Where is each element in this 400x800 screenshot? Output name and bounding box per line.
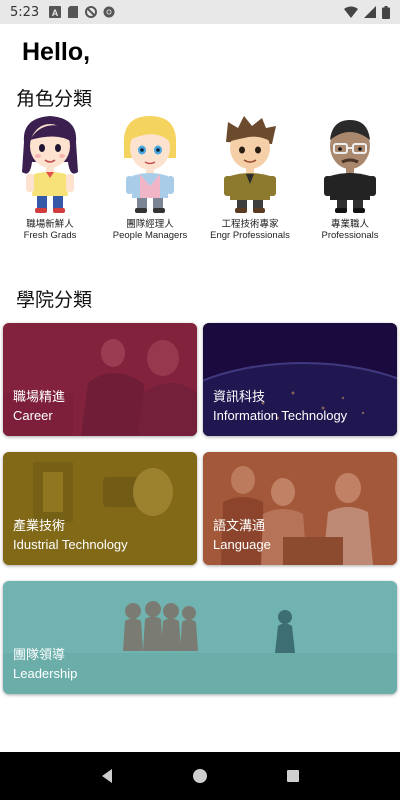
a-icon: A <box>49 6 62 18</box>
battery-icon <box>382 5 390 19</box>
college-card-language[interactable]: 語文溝通 Language <box>203 452 397 565</box>
card-title-zh: 資訊科技 <box>213 390 266 405</box>
role-label-zh: 職場新鮮人 <box>26 219 74 230</box>
roles-list: 職場新鮮人 Fresh Grads 團隊經理人 People Managers <box>0 112 400 244</box>
college-card-career[interactable]: 職場精進 Career <box>3 323 197 436</box>
role-label-zh: 工程技術專家 <box>221 219 279 230</box>
recents-icon[interactable] <box>285 768 301 784</box>
fresh-grad-avatar-icon <box>22 116 78 213</box>
status-bar: 5:23 A <box>0 0 400 24</box>
svg-text:A: A <box>52 8 59 18</box>
card-title-en: Leadership <box>13 666 78 681</box>
role-label-zh: 專業職人 <box>330 219 369 230</box>
role-item-professionals[interactable]: 專業職人 Professionals <box>300 112 400 241</box>
roles-section-title: 角色分類 <box>16 88 93 110</box>
card-title-en: Information Technology <box>213 408 348 423</box>
system-nav-bar <box>0 752 400 800</box>
role-label-en: Engr Professionals <box>210 230 290 241</box>
back-icon[interactable] <box>99 768 115 784</box>
no-disturb-icon <box>85 6 98 18</box>
role-label-en: Professionals <box>321 230 379 241</box>
chrome-icon <box>103 6 115 18</box>
card-title-en: Career <box>13 408 53 423</box>
home-icon[interactable] <box>192 768 208 784</box>
professional-avatar-icon <box>324 120 376 213</box>
card-title-zh: 團隊領導 <box>13 648 66 663</box>
role-label-en: Fresh Grads <box>23 230 77 241</box>
sd-card-icon <box>68 6 79 18</box>
greeting-title: Hello, <box>22 38 91 66</box>
card-title-zh: 職場精進 <box>13 390 66 405</box>
role-item-people-managers[interactable]: 團隊經理人 People Managers <box>100 112 200 241</box>
college-card-leadership[interactable]: 團隊領導 Leadership <box>3 581 397 694</box>
manager-avatar-icon <box>123 116 177 213</box>
colleges-section-title: 學院分類 <box>16 289 93 311</box>
card-title-en: Language <box>213 537 271 552</box>
role-item-engr-professionals[interactable]: 工程技術專家 Engr Professionals <box>200 112 300 241</box>
signal-icon <box>364 6 376 18</box>
engineer-avatar-icon <box>224 116 276 213</box>
wifi-icon <box>344 6 358 18</box>
college-card-industrial-technology[interactable]: 產業技術 Idustrial Technology <box>3 452 197 565</box>
role-label-zh: 團隊經理人 <box>126 219 174 230</box>
role-label-en: People Managers <box>112 230 188 241</box>
card-title-zh: 語文溝通 <box>213 519 266 534</box>
college-card-information-technology[interactable]: 資訊科技 Information Technology <box>203 323 397 436</box>
role-item-fresh-grads[interactable]: 職場新鮮人 Fresh Grads <box>0 112 100 241</box>
card-title-en: Idustrial Technology <box>13 537 128 552</box>
status-time: 5:23 <box>10 4 40 20</box>
card-title-zh: 產業技術 <box>13 519 66 534</box>
